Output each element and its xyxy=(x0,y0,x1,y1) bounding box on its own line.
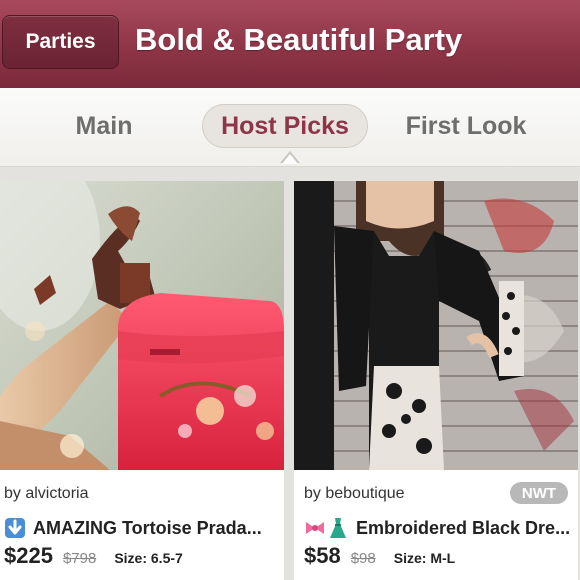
seller-byline[interactable]: by beboutique xyxy=(304,485,405,503)
down-arrow-icon xyxy=(4,517,26,539)
listing-size: Size: M-L xyxy=(393,550,456,566)
listing-title: Embroidered Black Dre... xyxy=(356,517,571,538)
listing-photo[interactable] xyxy=(0,181,284,470)
ribbon-icon xyxy=(304,517,326,539)
price-row: $58 $98 Size: M-L xyxy=(304,543,455,569)
selected-tab-indicator-fill xyxy=(282,154,298,164)
listing-title-row[interactable]: Embroidered Black Dre... xyxy=(304,517,570,539)
top-bar: Parties Bold & Beautiful Party xyxy=(0,0,580,89)
page-title: Bold & Beautiful Party xyxy=(135,22,463,57)
nwt-badge: NWT xyxy=(510,482,568,504)
tab-host-picks[interactable]: Host Picks xyxy=(202,104,368,148)
listing-title-row[interactable]: AMAZING Tortoise Prada... xyxy=(4,517,262,539)
tab-main[interactable]: Main xyxy=(60,104,148,148)
tab-first-look[interactable]: First Look xyxy=(398,104,534,148)
listing-title: AMAZING Tortoise Prada... xyxy=(33,517,262,538)
listing-card[interactable]: by beboutique NWT Embroidered Black Dre.… xyxy=(294,181,578,580)
dress-icon xyxy=(327,517,349,539)
heels-and-clutch-photo xyxy=(0,181,284,470)
parties-back-button[interactable]: Parties xyxy=(2,15,119,69)
listing-price: $225 xyxy=(4,543,53,568)
listing-size: Size: 6.5-7 xyxy=(114,550,183,566)
original-price: $798 xyxy=(62,550,97,567)
price-row: $225 $798 Size: 6.5-7 xyxy=(4,543,183,569)
listing-photo[interactable] xyxy=(294,181,578,470)
listing-grid: by alvictoria AMAZING Tortoise Prada... … xyxy=(0,167,580,580)
listing-price: $58 xyxy=(304,543,341,568)
seller-byline[interactable]: by alvictoria xyxy=(4,485,88,503)
original-price: $98 xyxy=(350,550,376,567)
listing-card[interactable]: by alvictoria AMAZING Tortoise Prada... … xyxy=(0,181,284,580)
black-dress-photo xyxy=(294,181,578,470)
